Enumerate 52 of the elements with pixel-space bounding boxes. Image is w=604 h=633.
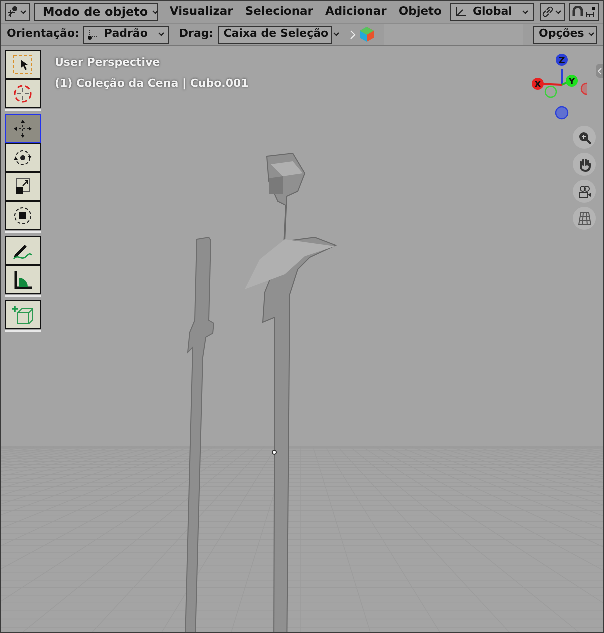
menu-item[interactable]: Selecionar bbox=[245, 3, 314, 21]
caret-icon bbox=[332, 32, 340, 37]
menu-item[interactable]: Objeto bbox=[398, 3, 442, 21]
view-name: User Perspective bbox=[55, 55, 162, 71]
navigation-gizmo-drawing: Z X Y bbox=[527, 52, 587, 120]
tool-button[interactable] bbox=[5, 300, 41, 329]
object-info: (1) Coleção da Cena | Cubo.001 bbox=[55, 76, 249, 92]
snap-grid-icon bbox=[586, 6, 596, 18]
caret-icon bbox=[588, 32, 596, 37]
tool-button[interactable] bbox=[5, 79, 41, 108]
ortho-toggle-button[interactable] bbox=[573, 207, 596, 230]
drag-label: Drag: bbox=[179, 26, 214, 42]
camera-icon bbox=[578, 184, 592, 198]
add-cube-icon bbox=[11, 304, 35, 326]
snap-toggle[interactable] bbox=[568, 3, 599, 21]
editor-type-dropdown[interactable] bbox=[5, 3, 30, 21]
tool-button[interactable] bbox=[5, 172, 41, 201]
link-icon bbox=[542, 6, 554, 18]
perspective-grid-icon bbox=[578, 212, 592, 226]
tool-button[interactable] bbox=[5, 201, 41, 230]
caret-icon bbox=[158, 32, 166, 37]
caret-icon bbox=[555, 10, 562, 14]
color-hexagon-icon bbox=[360, 27, 374, 42]
orientation-label: Orientação: bbox=[7, 26, 80, 42]
tool-button[interactable] bbox=[5, 50, 41, 79]
hand-icon bbox=[578, 158, 592, 172]
zoom-button[interactable] bbox=[573, 126, 596, 149]
tool-button[interactable] bbox=[5, 143, 41, 172]
caret-icon bbox=[522, 10, 529, 14]
magnet-icon bbox=[572, 6, 584, 18]
magnifier-plus-icon bbox=[578, 130, 592, 144]
tool-button[interactable] bbox=[5, 236, 41, 265]
mode-dropdown[interactable]: Modo de objeto bbox=[34, 3, 158, 21]
options-dropdown[interactable]: Opções bbox=[533, 26, 597, 44]
sidebar-toggle-tab[interactable] bbox=[596, 64, 603, 78]
axes-icon bbox=[7, 6, 20, 18]
transform-axes-icon bbox=[87, 28, 100, 40]
caret-icon bbox=[152, 10, 160, 14]
chevron-left-icon bbox=[598, 68, 602, 74]
pivot-dropdown[interactable] bbox=[540, 3, 565, 21]
axes-icon bbox=[454, 6, 467, 18]
orientation-dropdown[interactable]: Padrão bbox=[83, 26, 170, 44]
menu-item[interactable]: Adicionar bbox=[325, 3, 387, 21]
tool-button[interactable] bbox=[5, 265, 41, 294]
origin-point-icon bbox=[272, 450, 277, 455]
camera-view-button[interactable] bbox=[573, 180, 596, 203]
select-box-icon bbox=[11, 54, 35, 76]
pan-button[interactable] bbox=[573, 153, 596, 176]
menu-item[interactable]: Visualizar bbox=[170, 3, 234, 21]
caret-icon bbox=[20, 10, 28, 14]
transform-orientation-dropdown[interactable]: Global bbox=[450, 3, 534, 21]
chevron-right-icon bbox=[350, 30, 356, 40]
